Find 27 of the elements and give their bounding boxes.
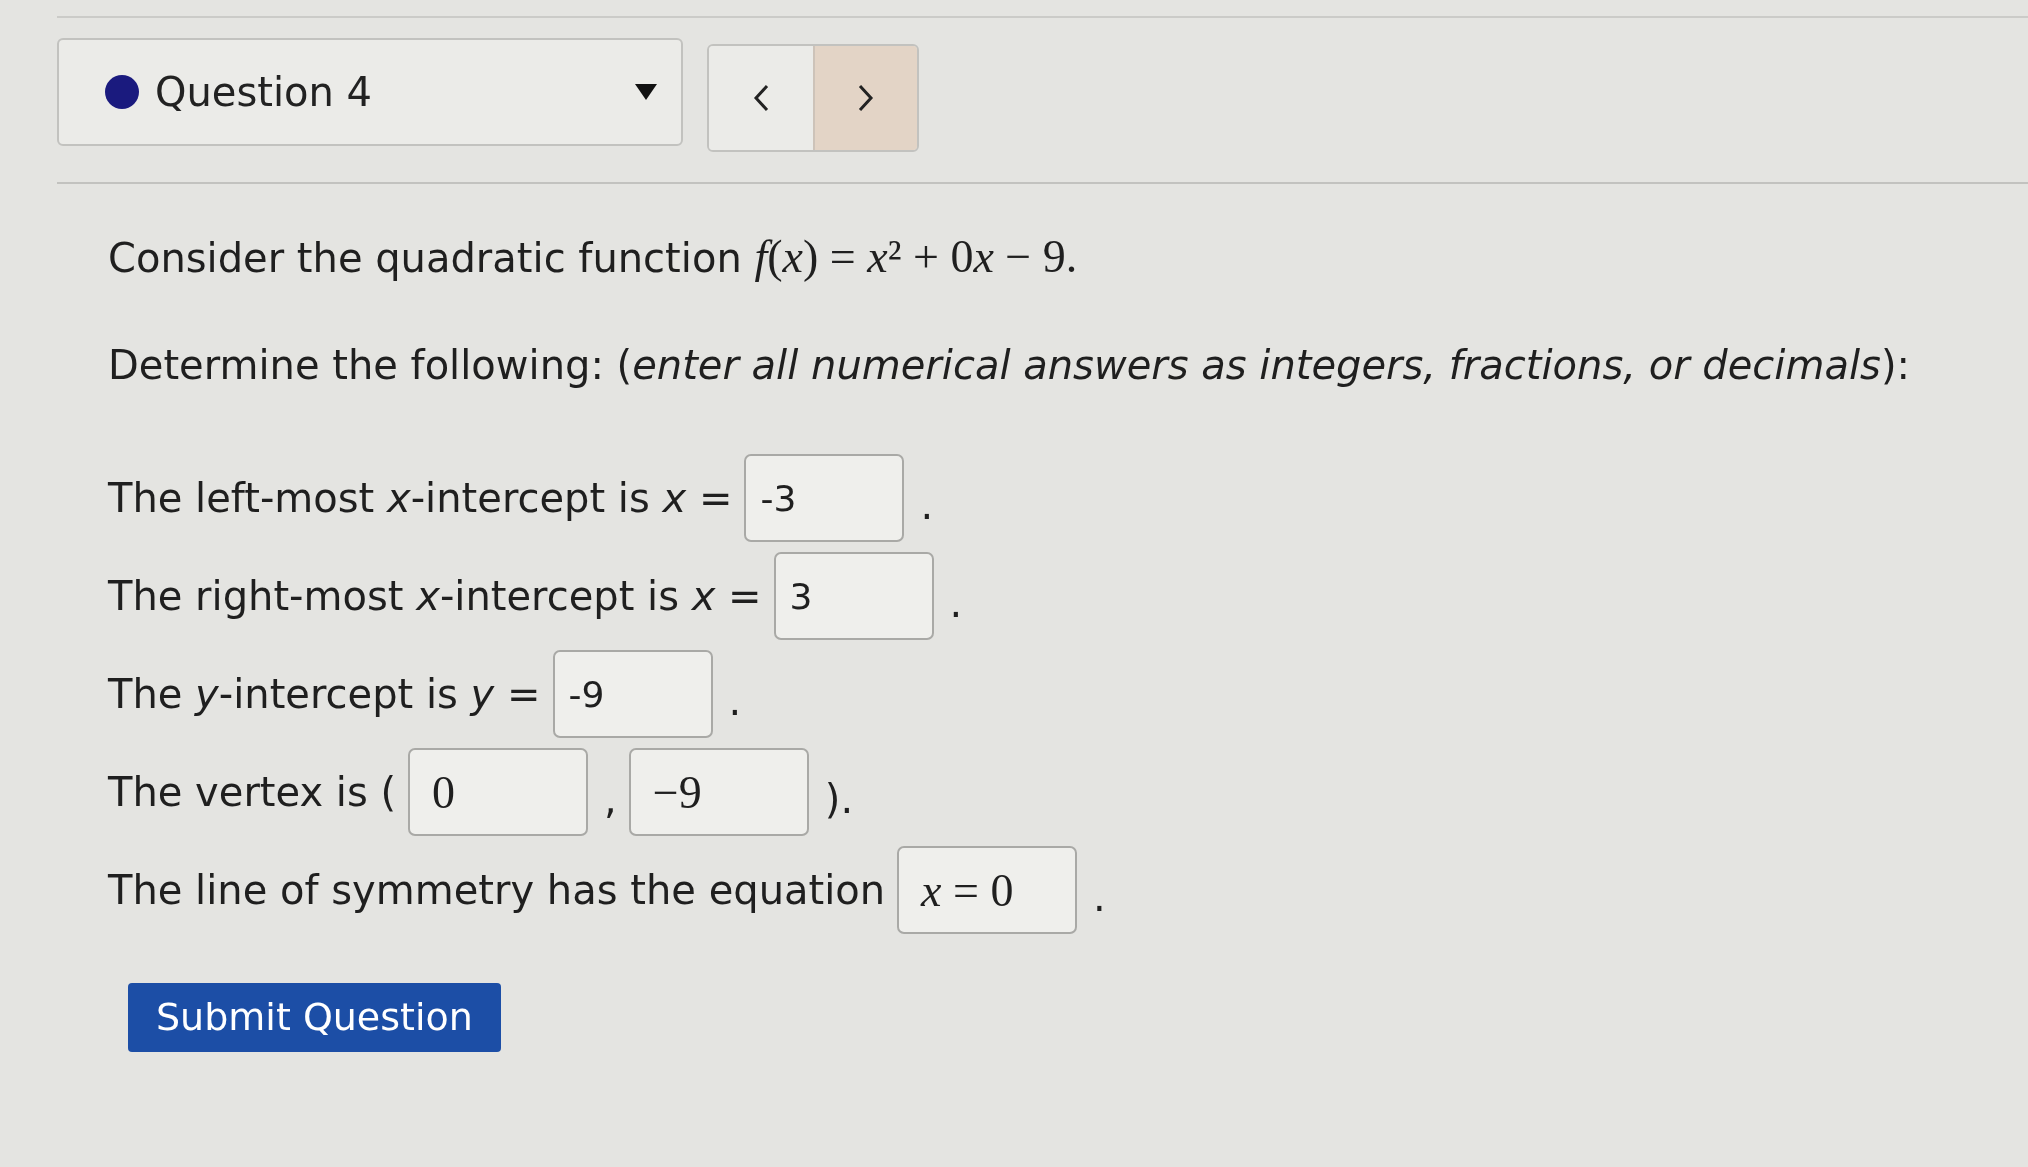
chevron-right-icon [858, 84, 874, 112]
caret-down-icon [635, 84, 657, 100]
question-dropdown[interactable]: Question 4 [57, 38, 683, 146]
question-text: The right-most x-intercept is x = [108, 572, 762, 621]
punctuation-text: . [728, 677, 742, 726]
answer-input-field[interactable]: -9 [552, 650, 713, 738]
submit-button[interactable]: Submit Question [128, 983, 501, 1052]
punctuation-text: . [920, 481, 934, 530]
instruction-text: Determine the following: (enter all numerical answers as integers, fractions, or decimals): [108, 341, 1911, 390]
punctuation-text: ). [824, 775, 854, 824]
question-text: Consider the quadratic function f(x) = x² + 0x − 9. [108, 230, 1079, 284]
question-text: The line of symmetry has the equation [108, 866, 886, 915]
punctuation-text: , [604, 775, 617, 824]
question-text: The vertex is ( [108, 768, 397, 817]
math-answer-field[interactable]: 0 [408, 748, 589, 836]
math-answer-field[interactable]: −9 [628, 748, 809, 836]
next-button[interactable] [813, 46, 917, 150]
math-answer-field[interactable]: x = 0 [897, 846, 1078, 934]
chevron-left-icon [753, 84, 769, 112]
punctuation-text: . [1093, 873, 1106, 922]
punctuation-text: . [949, 579, 963, 628]
question-text: The left-most x-intercept is x = [108, 474, 733, 523]
answer-input-field[interactable]: -3 [744, 454, 905, 542]
previous-button[interactable] [709, 46, 813, 150]
question-text: The y-intercept is y = [108, 670, 541, 719]
answer-input-field[interactable]: 3 [773, 552, 934, 640]
status-dot-icon [105, 75, 139, 109]
